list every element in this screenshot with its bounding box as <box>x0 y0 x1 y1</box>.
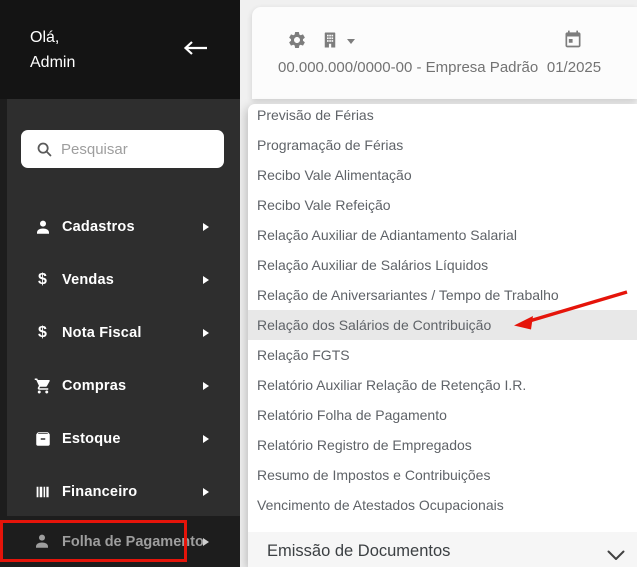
menu-item[interactable]: Relatório Registro de Empregados <box>248 430 637 460</box>
search-box[interactable] <box>21 130 224 168</box>
sidebar-item-cadastros[interactable]: Cadastros <box>7 200 240 253</box>
search-input[interactable] <box>61 141 211 158</box>
chevron-right-icon <box>203 382 209 390</box>
search-icon <box>36 141 52 157</box>
menu-item[interactable]: Relação FGTS <box>248 340 637 370</box>
sidebar-item-label: Compras <box>62 378 126 394</box>
chevron-right-icon <box>203 435 209 443</box>
menu-item[interactable]: Vencimento de Atestados Ocupacionais <box>248 490 637 520</box>
menu-item-highlighted[interactable]: Relação dos Salários de Contribuição <box>248 310 637 340</box>
sidebar: Olá, Admin Cadastros <box>0 0 240 567</box>
period-label: 01/2025 <box>546 59 602 76</box>
menu-item[interactable]: Relação de Aniversariantes / Tempo de Tr… <box>248 280 637 310</box>
archive-icon <box>33 429 52 448</box>
company-selector[interactable] <box>321 30 355 50</box>
sidebar-item-label: Estoque <box>62 431 121 447</box>
sidebar-panel: Cadastros $ Vendas $ Nota Fiscal Compras <box>7 99 240 516</box>
menu-item[interactable]: Recibo Vale Refeição <box>248 190 637 220</box>
topbar: 00.000.000/0000-00 - Empresa Padrão 01/2… <box>252 7 637 99</box>
sidebar-item-compras[interactable]: Compras <box>7 359 240 412</box>
collapse-sidebar-arrow-icon[interactable] <box>181 39 209 57</box>
menu-item[interactable]: Resumo de Impostos e Contribuições <box>248 460 637 490</box>
chevron-right-icon <box>203 329 209 337</box>
emissao-de-documentos-section-header[interactable]: Emissão de Documentos <box>248 532 637 567</box>
chevron-right-icon <box>203 223 209 231</box>
person-icon <box>33 532 52 551</box>
sidebar-item-label: Financeiro <box>62 484 137 500</box>
bars-icon <box>33 482 52 501</box>
chevron-down-icon <box>607 548 625 566</box>
sidebar-item-financeiro[interactable]: Financeiro <box>7 465 240 518</box>
menu-item[interactable]: Recibo Vale Alimentação <box>248 160 637 190</box>
sidebar-item-label: Nota Fiscal <box>62 325 142 341</box>
gear-icon[interactable] <box>287 30 307 50</box>
building-icon <box>321 30 339 50</box>
menu-item[interactable]: Relatório Auxiliar Relação de Retenção I… <box>248 370 637 400</box>
company-label: 00.000.000/0000-00 - Empresa Padrão <box>278 59 538 76</box>
chevron-right-icon <box>203 276 209 284</box>
greeting-line2: Admin <box>30 50 75 75</box>
user-greeting: Olá, Admin <box>30 25 75 75</box>
section-header-label: Emissão de Documentos <box>267 542 450 561</box>
sidebar-item-label: Cadastros <box>62 219 135 235</box>
sidebar-bottom: Folha de Pagamento <box>0 516 240 567</box>
menu-item[interactable]: Relação Auxiliar de Adiantamento Salaria… <box>248 220 637 250</box>
person-icon <box>33 217 52 236</box>
dollar-icon: $ <box>33 270 52 289</box>
sidebar-item-folha-de-pagamento[interactable]: Folha de Pagamento <box>0 516 240 567</box>
cart-icon <box>33 376 52 395</box>
dollar-icon: $ <box>33 323 52 342</box>
sidebar-item-nota-fiscal[interactable]: $ Nota Fiscal <box>7 306 240 359</box>
menu-item[interactable]: Relatório Folha de Pagamento <box>248 400 637 430</box>
caret-down-icon <box>347 39 355 44</box>
menu-item[interactable]: Previsão de Férias <box>248 104 637 130</box>
sidebar-item-label: Vendas <box>62 272 114 288</box>
sidebar-header: Olá, Admin <box>0 0 240 99</box>
reports-menu-list: Previsão de Férias Programação de Férias… <box>248 104 637 520</box>
calendar-icon[interactable] <box>563 29 583 49</box>
reports-menu-panel: Previsão de Férias Programação de Férias… <box>248 104 637 567</box>
greeting-line1: Olá, <box>30 25 75 50</box>
menu-item[interactable]: Programação de Férias <box>248 130 637 160</box>
sidebar-item-vendas[interactable]: $ Vendas <box>7 253 240 306</box>
sidebar-nav: Cadastros $ Vendas $ Nota Fiscal Compras <box>7 200 240 518</box>
sidebar-item-estoque[interactable]: Estoque <box>7 412 240 465</box>
sidebar-item-label: Folha de Pagamento <box>62 534 204 550</box>
menu-item[interactable]: Relação Auxiliar de Salários Líquidos <box>248 250 637 280</box>
chevron-right-icon <box>203 488 209 496</box>
chevron-right-icon <box>203 538 209 546</box>
